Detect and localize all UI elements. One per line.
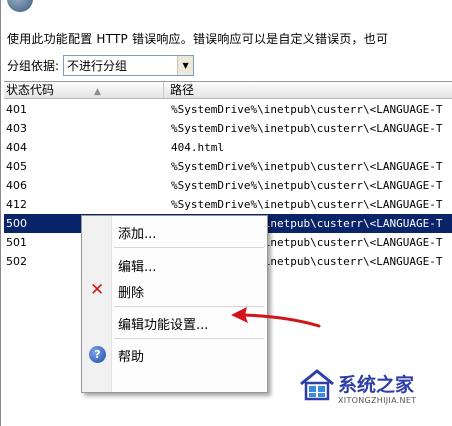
chevron-down-icon[interactable]: ▼: [177, 56, 194, 75]
menu-item-edit-feature-settings[interactable]: 编辑功能设置...: [118, 314, 208, 333]
list-header: 状态代码 ▲ 路径: [4, 82, 452, 99]
red-arrow-annotation: [231, 307, 321, 328]
menu-separator: [114, 247, 264, 248]
status-code-cell: 500: [6, 217, 27, 230]
status-code-cell: 405: [6, 160, 27, 173]
status-code-cell: 406: [6, 179, 27, 192]
error-pages-panel: 使用此功能配置 HTTP 错误响应。错误响应可以是自定义错误页，也可 分组依据:…: [0, 0, 452, 426]
menu-separator: [114, 338, 264, 339]
table-row[interactable]: 405 %SystemDrive%\inetpub\custerr\<LANGU…: [4, 157, 452, 176]
group-by-select[interactable]: 不进行分组 ▼: [63, 55, 195, 76]
menu-item-add[interactable]: 添加...: [118, 223, 156, 242]
status-code-cell: 404: [6, 141, 27, 154]
path-cell: %SystemDrive%\inetpub\custerr\<LANGUAGE-…: [171, 103, 443, 116]
group-by-value: 不进行分组: [67, 59, 128, 73]
table-row[interactable]: 404 404.html: [4, 138, 452, 157]
watermark: 系统之家 XITONGZHIJIA.NET: [298, 368, 450, 408]
menu-item-help[interactable]: 帮助: [118, 346, 144, 365]
path-cell: %SystemDrive%\inetpub\custerr\<LANGUAGE-…: [171, 160, 443, 173]
delete-x-icon: ✕: [90, 280, 105, 300]
status-code-cell: 501: [6, 236, 27, 249]
watermark-url: XITONGZHIJIA.NET: [338, 396, 417, 405]
house-logo-icon: [300, 369, 334, 401]
path-cell: %SystemDrive%\inetpub\custerr\<LANGUAGE-…: [171, 198, 443, 211]
feature-description: 使用此功能配置 HTTP 错误响应。错误响应可以是自定义错误页，也可: [7, 32, 389, 46]
path-cell: 404.html: [171, 141, 224, 154]
table-row[interactable]: 401 %SystemDrive%\inetpub\custerr\<LANGU…: [4, 100, 452, 119]
help-icon: ?: [89, 346, 106, 363]
menu-icon-gutter: [82, 216, 112, 392]
path-cell: %SystemDrive%\inetpub\custerr\<LANGUAGE-…: [171, 179, 443, 192]
status-code-cell: 502: [6, 255, 27, 268]
table-row[interactable]: 412 %SystemDrive%\inetpub\custerr\<LANGU…: [4, 195, 452, 214]
path-cell: %SystemDrive%\inetpub\custerr\<LANGUAGE-…: [171, 122, 443, 135]
status-code-cell: 412: [6, 198, 27, 211]
column-header-path[interactable]: 路径: [166, 82, 194, 99]
status-code-cell: 401: [6, 103, 27, 116]
status-code-cell: 403: [6, 122, 27, 135]
menu-item-delete[interactable]: 删除: [118, 282, 144, 301]
sort-ascending-icon: ▲: [94, 87, 101, 97]
table-row[interactable]: 403 %SystemDrive%\inetpub\custerr\<LANGU…: [4, 119, 452, 138]
group-by-label: 分组依据:: [7, 59, 60, 73]
feature-icon: [7, 0, 33, 12]
group-by-row: 分组依据: 不进行分组 ▼: [7, 55, 195, 76]
column-header-status-code[interactable]: 状态代码 ▲: [4, 82, 164, 99]
watermark-title: 系统之家: [338, 374, 415, 396]
table-row[interactable]: 406 %SystemDrive%\inetpub\custerr\<LANGU…: [4, 176, 452, 195]
menu-item-edit[interactable]: 编辑...: [118, 256, 156, 275]
